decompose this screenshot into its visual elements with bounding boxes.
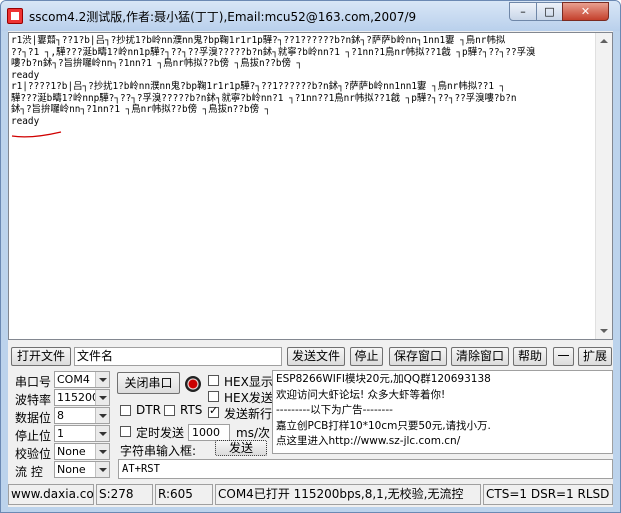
receive-line: 驊???涎b疇1?岭nnp驊?┐??┐?孚溴?????b?n鉥┐就寧?b岭nn?…: [11, 92, 517, 104]
port-select[interactable]: COM4: [54, 371, 110, 388]
status-signals: CTS=1 DSR=1 RLSD: [483, 484, 613, 505]
parity-value: None: [57, 445, 86, 458]
baud-value: 115200: [57, 391, 99, 404]
receive-line: r1|????1?b|吕┐?抄扰1?b岭nn濮nn鬼?bp鞠1r1r1p驊?┐?…: [11, 81, 506, 92]
dtr-checkbox[interactable]: [120, 405, 131, 416]
parity-select[interactable]: None: [54, 443, 110, 460]
status-bar: www.daxia.cor S:278 R:605 COM4已打开 115200…: [8, 484, 613, 505]
hex-display-checkbox[interactable]: [208, 375, 219, 386]
timed-send-checkbox[interactable]: [120, 426, 131, 437]
hex-send-checkbox[interactable]: [208, 391, 219, 402]
interval-input[interactable]: 1000: [188, 424, 230, 441]
scroll-down-icon[interactable]: [600, 329, 608, 333]
stop-button[interactable]: 停止: [350, 347, 383, 366]
data-bits-label: 数据位: [15, 411, 52, 425]
dtr-label: DTR: [136, 403, 161, 417]
info-panel: ESP8266WIFI模块20元,加QQ群120693138 欢迎访问大虾论坛!…: [272, 370, 613, 454]
title-bar[interactable]: sscom4.2测试版,作者:聂小猛(丁丁),Email:mcu52@163.c…: [1, 1, 620, 31]
info-line: ESP8266WIFI模块20元,加QQ群120693138: [276, 373, 491, 385]
collapse-button[interactable]: 一: [553, 347, 574, 366]
send-newline-checkbox[interactable]: [208, 404, 219, 418]
rts-label: RTS: [180, 403, 203, 417]
info-line: ---------以下为广告--------: [276, 404, 393, 416]
info-line: 欢迎访问大虾论坛! 众多大虾等着你!: [276, 388, 446, 401]
stop-bits-value: 1: [57, 427, 64, 440]
minimize-button[interactable]: –: [509, 2, 537, 21]
window-title: sscom4.2测试版,作者:聂小猛(丁丁),Email:mcu52@163.c…: [29, 10, 417, 24]
chevron-down-icon[interactable]: [95, 426, 109, 441]
status-received-count: R:605: [155, 484, 213, 505]
send-input[interactable]: AT+RST: [118, 459, 613, 479]
open-file-button[interactable]: 打开文件: [11, 347, 71, 366]
chevron-down-icon[interactable]: [95, 408, 109, 423]
receive-line: r1渋|寠鼘┐??1?b|吕┐?抄扰1?b岭nn濮nn鬼?bp鞠1r1r1p驊?…: [11, 35, 506, 46]
close-button[interactable]: ✕: [562, 2, 609, 21]
flow-control-label: 流 控: [15, 465, 43, 479]
baud-label: 波特率: [15, 393, 52, 407]
data-bits-value: 8: [57, 409, 64, 422]
chevron-down-icon[interactable]: [95, 462, 109, 477]
send-newline-label: 发送新行: [224, 407, 273, 421]
app-icon: [7, 8, 23, 24]
help-button[interactable]: 帮助: [513, 347, 547, 366]
maximize-button[interactable]: □: [536, 2, 563, 21]
stop-bits-select[interactable]: 1: [54, 425, 110, 442]
send-button[interactable]: 发送: [215, 440, 267, 456]
chevron-down-icon[interactable]: [95, 372, 109, 387]
receive-text: r1渋|寠鼘┐??1?b|吕┐?抄扰1?b岭nn濮nn鬼?bp鞠1r1r1p驊?…: [11, 35, 595, 337]
receive-line: 嘍?b?n鉥┐?旨拚囉岭nn┐?1nn?1 ┐鳥nr帏拟??b傍 ┐鳥拔n??b…: [11, 58, 303, 69]
timed-send-label: 定时发送: [136, 426, 185, 440]
status-sent-count: S:278: [96, 484, 153, 505]
rts-checkbox[interactable]: [164, 405, 175, 416]
chevron-down-icon[interactable]: [95, 390, 109, 405]
port-status-indicator-icon: [185, 376, 201, 392]
hex-send-label: HEX发送: [224, 391, 273, 405]
expand-button[interactable]: 扩展: [578, 347, 612, 366]
parity-label: 校验位: [15, 447, 52, 461]
receive-line: ready: [11, 69, 40, 81]
receive-line: ready: [11, 115, 40, 127]
client-area: r1渋|寠鼘┐??1?b|吕┐?抄扰1?b岭nn濮nn鬼?bp鞠1r1r1p驊?…: [8, 31, 613, 507]
baud-select[interactable]: 115200: [54, 389, 110, 406]
info-link[interactable]: 点这里进入http://www.sz-jlc.com.cn/: [276, 434, 609, 450]
string-input-label: 字符串输入框:: [120, 444, 197, 458]
save-window-button[interactable]: 保存窗口: [389, 347, 447, 366]
data-bits-select[interactable]: 8: [54, 407, 110, 424]
close-port-button[interactable]: 关闭串口: [117, 372, 180, 394]
file-name-field[interactable]: 文件名: [74, 347, 282, 366]
clear-window-button[interactable]: 清除窗口: [451, 347, 509, 366]
scroll-up-icon[interactable]: [600, 39, 608, 43]
app-window: sscom4.2测试版,作者:聂小猛(丁丁),Email:mcu52@163.c…: [0, 0, 621, 513]
status-site[interactable]: www.daxia.cor: [8, 484, 94, 505]
receive-line: ??┐?1 ┐,驊???涎b疇1?岭nn1p驊?┐??┐??孚溴?????b?n…: [11, 46, 536, 58]
port-value: COM4: [57, 373, 90, 386]
flow-control-value: None: [57, 463, 86, 476]
interval-unit-label: ms/次: [236, 426, 270, 440]
receive-area[interactable]: r1渋|寠鼘┐??1?b|吕┐?抄扰1?b岭nn濮nn鬼?bp鞠1r1r1p驊?…: [8, 32, 613, 340]
chevron-down-icon[interactable]: [95, 444, 109, 459]
flow-control-select[interactable]: None: [54, 461, 110, 478]
hex-display-label: HEX显示: [224, 375, 273, 389]
receive-scrollbar[interactable]: [595, 33, 612, 339]
status-port-info: COM4已打开 115200bps,8,1,无校验,无流控: [215, 484, 481, 505]
info-line: 嘉立创PCB打样10*10cm只要50元,请找小万.: [276, 419, 491, 432]
port-label: 串口号: [15, 375, 52, 389]
stop-bits-label: 停止位: [15, 429, 52, 443]
receive-line: 鉥┐?旨拚囉岭nn┐?1nn?1 ┐鳥nr帏拟??b傍 ┐鳥拔n??b傍 ┐: [11, 104, 271, 115]
send-file-button[interactable]: 发送文件: [287, 347, 345, 366]
red-underline-annotation: [11, 131, 62, 138]
